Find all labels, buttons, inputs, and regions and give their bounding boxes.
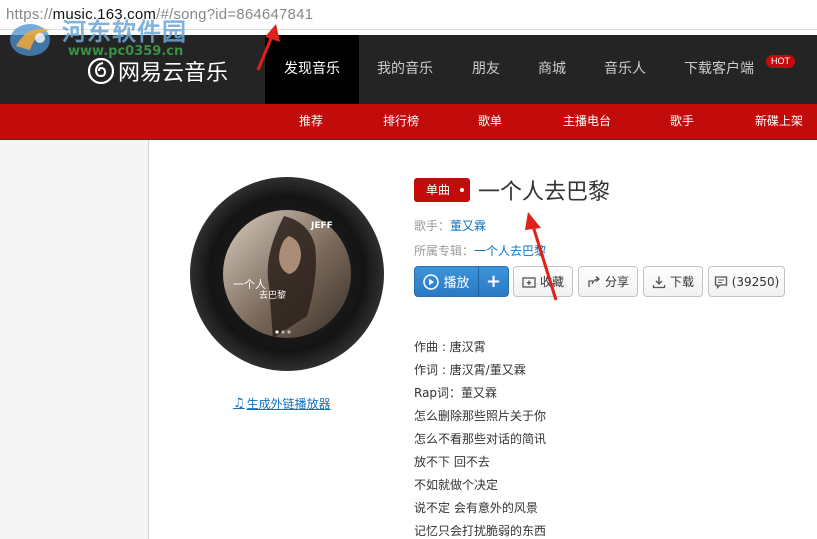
download-label: 下载 (669, 275, 694, 289)
lyric-line: 作曲 : 唐汉霄 (414, 340, 486, 354)
nav-store[interactable]: 商城 (525, 35, 579, 104)
watermark-logo-icon (10, 24, 50, 56)
play-label: 播放 (443, 276, 470, 291)
comments-button[interactable]: (39250) (708, 266, 785, 297)
cover-brand-text: JEFF (310, 221, 333, 231)
nav-discover[interactable]: 发现音乐 (265, 35, 359, 104)
nav-download-client[interactable]: 下载客户端 (676, 35, 762, 104)
collect-label: 收藏 (539, 275, 564, 289)
artist-row: 歌手：董又霖 (414, 217, 486, 234)
nav-musician[interactable]: 音乐人 (594, 35, 656, 104)
album-link[interactable]: 一个人去巴黎 (474, 244, 546, 258)
generate-player-link[interactable]: ♫ 生成外链播放器 (233, 395, 331, 412)
lyric-line: 记忆只会打扰脆弱的东西 (414, 524, 547, 538)
music-note-icon: ♫ (233, 396, 245, 411)
lyric-line: Rap词：董又霖 (414, 386, 498, 400)
album-label: 所属专辑： (414, 244, 475, 258)
play-icon (423, 273, 440, 290)
watermark-site-name: 河东软件园 (62, 17, 187, 46)
single-tag-label: 单曲 (426, 183, 451, 197)
song-title: 一个人去巴黎 (478, 180, 611, 205)
download-button[interactable]: 下载 (643, 266, 703, 297)
lyric-line: 放不下 回不去 (414, 455, 490, 469)
lyric-line: 作词 : 唐汉霄/董又霖 (414, 363, 526, 377)
download-icon (652, 276, 666, 288)
share-icon (588, 275, 600, 287)
share-label: 分享 (604, 275, 629, 289)
subnav-recommend[interactable]: 推荐 (299, 104, 323, 139)
play-button[interactable]: 播放 (415, 267, 479, 296)
left-sidebar (0, 140, 149, 539)
lyric-line: 不如就做个决定 (414, 478, 499, 492)
subnav-new-albums[interactable]: 新碟上架 (755, 104, 803, 139)
sub-navigation: 推荐 排行榜 歌单 主播电台 歌手 新碟上架 (0, 104, 817, 140)
artist-label: 歌手： (414, 219, 451, 233)
artist-link[interactable]: 董又霖 (450, 219, 486, 233)
add-to-playlist-button[interactable]: + (479, 267, 508, 296)
cover-title-b: 去巴黎 (259, 289, 286, 301)
nav-my-music[interactable]: 我的音乐 (368, 35, 442, 104)
play-button-group: 播放 + (414, 266, 509, 297)
share-button[interactable]: 分享 (578, 266, 638, 297)
album-disc[interactable]: JEFF 一个人 去巴黎 (189, 176, 385, 372)
generate-player-label: 生成外链播放器 (246, 397, 331, 411)
subnav-artists[interactable]: 歌手 (670, 104, 694, 139)
lyric-line: 说不定 会有意外的风景 (414, 501, 538, 515)
single-tag: 单曲 (414, 178, 470, 202)
subnav-playlists[interactable]: 歌单 (478, 104, 502, 139)
subnav-charts[interactable]: 排行榜 (383, 104, 419, 139)
nav-friends[interactable]: 朋友 (458, 35, 514, 104)
subnav-radio[interactable]: 主播电台 (563, 104, 611, 139)
lyric-line: 怎么不看那些对话的简讯 (414, 432, 547, 446)
tag-dot-icon (460, 188, 464, 192)
comment-icon (714, 275, 727, 289)
brand-logo[interactable]: 网易云音乐 (88, 55, 228, 87)
collect-button[interactable]: 收藏 (513, 266, 573, 297)
cover-title-a: 一个人 (233, 278, 266, 291)
lyric-line: 怎么删除那些照片关于你 (414, 409, 547, 423)
hot-badge: HOT (766, 55, 795, 68)
watermark-site-url: www.pc0359.cn (68, 44, 184, 59)
folder-add-icon (522, 276, 536, 288)
netease-music-icon (88, 58, 114, 84)
brand-name: 网易云音乐 (118, 61, 229, 86)
album-row: 所属专辑：一个人去巴黎 (414, 242, 546, 259)
comments-count: (39250) (731, 274, 780, 289)
